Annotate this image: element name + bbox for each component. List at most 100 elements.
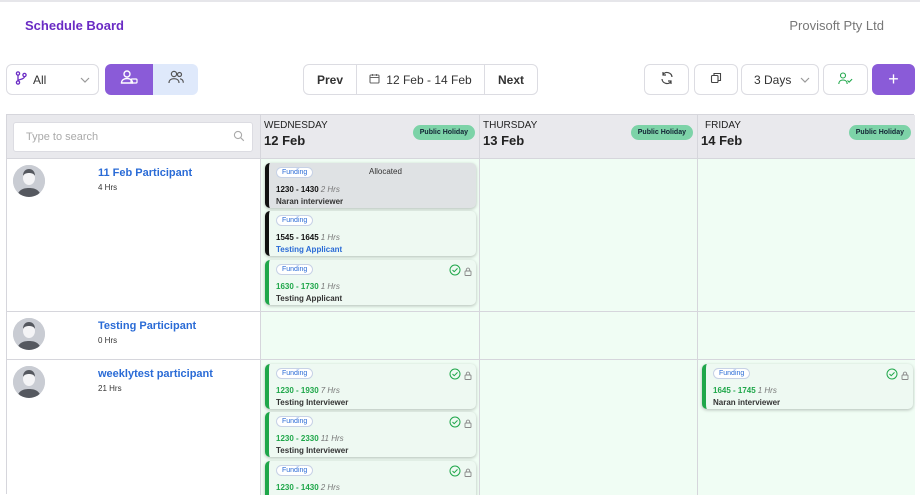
lock-icon — [464, 415, 472, 433]
funding-tag: Funding — [713, 368, 751, 379]
participant-row: Testing Participant 0 Hrs — [7, 312, 915, 360]
public-holiday-badge: Public Holiday — [848, 125, 911, 140]
participant-hours: 0 Hrs — [98, 336, 118, 345]
shift-card[interactable]: Funding 1630 - 1730 1 Hrs Testing Applica… — [265, 260, 476, 305]
column-date: 12 Feb — [264, 133, 306, 148]
day-cell-friday[interactable] — [697, 159, 915, 311]
check-circle-icon — [449, 263, 461, 281]
column-date: 13 Feb — [483, 133, 525, 148]
funding-tag: Funding — [276, 368, 314, 379]
day-cell-thursday[interactable] — [479, 312, 697, 359]
participant-view-button[interactable] — [105, 64, 153, 95]
participant-name-link[interactable]: 11 Feb Participant — [98, 167, 192, 179]
date-navigation: Prev 12 Feb - 14 Feb Next — [303, 64, 538, 95]
shift-staff: Testing Applicant — [276, 294, 343, 303]
public-holiday-badge: Public Holiday — [412, 125, 475, 140]
shift-staff: Testing Interviewer — [276, 446, 349, 455]
lock-icon — [464, 367, 472, 385]
funding-tag: Funding — [276, 215, 314, 226]
refresh-button[interactable] — [644, 64, 689, 95]
prev-button[interactable]: Prev — [304, 65, 357, 94]
check-circle-icon — [449, 464, 461, 482]
public-holiday-badge: Public Holiday — [630, 125, 693, 140]
date-range-text: 12 Feb - 14 Feb — [386, 72, 472, 87]
funding-tag: Funding — [276, 264, 314, 275]
participant-row: weeklytest participant 21 Hrs Funding 12… — [7, 360, 915, 495]
top-border — [0, 0, 920, 2]
column-dow: WEDNESDAY — [264, 120, 328, 131]
shift-time: 1230 - 1430 2 Hrs — [276, 185, 340, 194]
column-header-friday: FRIDAY 14 Feb Public Holiday — [697, 115, 915, 159]
shift-time: 1645 - 1745 1 Hrs — [713, 386, 777, 395]
shift-card[interactable]: Funding 1230 - 2330 11 Hrs Testing Interv… — [265, 412, 476, 457]
refresh-icon — [660, 71, 674, 88]
avatar — [13, 366, 45, 398]
day-cell-wednesday[interactable]: Funding Allocated 1230 - 1430 2 Hrs Naran… — [260, 159, 479, 311]
participant-cell: Testing Participant 0 Hrs — [7, 312, 260, 359]
avatar — [13, 318, 45, 350]
chevron-down-icon — [800, 74, 810, 88]
participant-name-link[interactable]: Testing Participant — [98, 320, 196, 332]
funding-tag: Funding — [276, 167, 314, 178]
shift-card[interactable]: Funding 1230 - 1430 2 Hrs — [265, 461, 476, 495]
check-circle-icon — [449, 367, 461, 385]
search-input[interactable]: Type to search — [13, 122, 253, 152]
lock-icon — [464, 464, 472, 482]
shift-card[interactable]: Funding 1545 - 1645 1 Hrs Testing Applica… — [265, 211, 476, 256]
days-select[interactable]: 3 Days — [741, 64, 819, 95]
participant-view-icon — [120, 69, 138, 90]
participant-hours: 4 Hrs — [98, 183, 118, 192]
shift-card[interactable]: Funding 1230 - 1930 7 Hrs Testing Intervi… — [265, 364, 476, 409]
day-cell-thursday[interactable] — [479, 159, 697, 311]
day-cell-friday[interactable] — [697, 312, 915, 359]
lock-icon — [464, 263, 472, 281]
page-title: Schedule Board — [25, 18, 124, 33]
user-check-icon — [838, 71, 853, 88]
view-toggle — [105, 64, 198, 95]
shift-staff: Naran interviewer — [713, 398, 781, 407]
copy-icon — [710, 72, 722, 87]
day-cell-wednesday[interactable] — [260, 312, 479, 359]
participant-row: 11 Feb Participant 4 Hrs Funding Allocat… — [7, 159, 915, 312]
assign-staff-button[interactable] — [823, 64, 868, 95]
days-value: 3 Days — [754, 72, 792, 87]
shift-card[interactable]: Funding Allocated 1230 - 1430 2 Hrs Naran… — [265, 163, 476, 208]
grid-header: Type to search WEDNESDAY 12 Feb Public H… — [7, 115, 915, 159]
schedule-grid: Type to search WEDNESDAY 12 Feb Public H… — [6, 114, 915, 495]
copy-button[interactable] — [694, 64, 738, 95]
shift-staff-link[interactable]: Testing Applicant — [276, 245, 342, 254]
column-dow: THURSDAY — [483, 120, 538, 131]
shift-staff: Testing Interviewer — [276, 398, 349, 407]
company-name: Provisoft Pty Ltd — [789, 18, 884, 33]
column-header-wednesday: WEDNESDAY 12 Feb Public Holiday — [260, 115, 479, 159]
shift-time: 1230 - 1930 7 Hrs — [276, 386, 340, 395]
staff-view-button[interactable] — [153, 64, 198, 95]
participant-name-link[interactable]: weeklytest participant — [98, 368, 213, 380]
shift-time: 1230 - 1430 2 Hrs — [276, 483, 340, 492]
branch-icon — [15, 71, 27, 88]
day-cell-thursday[interactable] — [479, 360, 697, 495]
day-cell-friday[interactable]: Funding 1645 - 1745 1 Hrs Naran interview… — [697, 360, 915, 495]
funding-tag: Funding — [276, 465, 314, 476]
shift-time: 1545 - 1645 1 Hrs — [276, 233, 340, 242]
shift-time: 1630 - 1730 1 Hrs — [276, 282, 340, 291]
shift-staff: Naran interviewer — [276, 197, 344, 206]
column-dow: FRIDAY — [705, 120, 741, 131]
users-icon — [167, 70, 184, 89]
filter-dropdown[interactable]: All — [6, 64, 99, 95]
lock-icon — [901, 367, 909, 385]
participant-hours: 21 Hrs — [98, 384, 122, 393]
shift-card[interactable]: Funding 1645 - 1745 1 Hrs Naran interview… — [702, 364, 913, 409]
column-date: 14 Feb — [701, 133, 743, 148]
funding-tag: Funding — [276, 416, 314, 427]
search-placeholder: Type to search — [26, 131, 99, 143]
add-shift-button[interactable]: + — [872, 64, 915, 95]
day-cell-wednesday[interactable]: Funding 1230 - 1930 7 Hrs Testing Intervi… — [260, 360, 479, 495]
participant-cell: 11 Feb Participant 4 Hrs — [7, 159, 260, 311]
calendar-icon — [369, 73, 380, 87]
avatar — [13, 165, 45, 197]
date-range-picker[interactable]: 12 Feb - 14 Feb — [357, 65, 485, 94]
check-circle-icon — [886, 367, 898, 385]
filter-value: All — [33, 72, 47, 87]
next-button[interactable]: Next — [485, 65, 537, 94]
